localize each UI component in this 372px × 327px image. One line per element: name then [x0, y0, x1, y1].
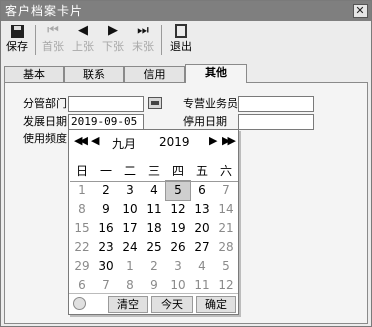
today-button[interactable]: 今天 [151, 296, 193, 313]
calendar-day[interactable]: 22 [70, 238, 94, 257]
tab-strip: 基本 联系 信用 其他 [4, 64, 370, 83]
calendar-day[interactable]: 8 [70, 200, 94, 219]
tab-basic[interactable]: 基本 [4, 66, 64, 83]
stop-date-field[interactable] [238, 114, 314, 130]
calendar-day[interactable]: 18 [142, 219, 166, 238]
calendar-footer: 清空 今天 确定 [69, 293, 238, 314]
calendar-day[interactable]: 12 [166, 200, 190, 219]
usage-frequency-label: 使用频度 [23, 132, 67, 145]
title-bar: 客户档案卡片 ✕ [1, 1, 371, 21]
calendar-day[interactable]: 21 [214, 219, 238, 238]
calendar-day[interactable]: 9 [94, 200, 118, 219]
floppy-disk-icon [10, 25, 24, 38]
calendar-day[interactable]: 5 [214, 257, 238, 276]
last-record-button[interactable]: ⏭ 末张 [129, 22, 157, 57]
weekday-label: 六 [219, 164, 232, 178]
calendar-day-selected[interactable]: 5 [165, 180, 191, 201]
calendar-day[interactable]: 11 [142, 200, 166, 219]
calendar-day[interactable]: 1 [70, 181, 94, 200]
dept-lookup-icon[interactable] [148, 97, 162, 109]
calendar-day[interactable]: 24 [118, 238, 142, 257]
calendar-day[interactable]: 26 [166, 238, 190, 257]
calendar-week-row: 15 16 17 18 19 20 21 [70, 219, 238, 238]
calendar-day[interactable]: 15 [70, 219, 94, 238]
dept-field[interactable] [68, 96, 144, 112]
close-icon[interactable]: ✕ [353, 4, 368, 18]
calendar-day[interactable]: 6 [190, 181, 214, 200]
calendar-day[interactable]: 14 [214, 200, 238, 219]
last-record-icon: ⏭ [137, 23, 149, 38]
calendar-day[interactable]: 13 [190, 200, 214, 219]
prev-year-icon[interactable]: ◀◀ [74, 134, 88, 148]
exit-icon [175, 24, 187, 38]
prev-record-button[interactable]: ◀ 上张 [69, 22, 97, 57]
calendar-divider [70, 181, 238, 182]
calendar-day[interactable]: 20 [190, 219, 214, 238]
first-record-button[interactable]: ⏮ 首张 [39, 22, 67, 57]
window-title: 客户档案卡片 [5, 4, 84, 18]
dev-date-label: 发展日期 [23, 115, 67, 128]
calendar-month[interactable]: 九月 [112, 135, 136, 152]
date-picker-popup: ◀◀ ◀ 九月 2019 ▶ ▶▶ 日 一 二 三 四 五 六 1 2 3 4 … [68, 129, 239, 315]
next-record-button[interactable]: ▶ 下张 [99, 22, 127, 57]
calendar-day[interactable]: 10 [118, 200, 142, 219]
calendar-day[interactable]: 16 [94, 219, 118, 238]
calendar-day[interactable]: 23 [94, 238, 118, 257]
weekday-label: 四 [171, 164, 184, 178]
calendar-day[interactable]: 17 [118, 219, 142, 238]
calendar-week-row: 1 2 3 4 5 6 7 [70, 180, 238, 201]
calendar-day[interactable]: 1 [118, 257, 142, 276]
calendar-day[interactable]: 2 [142, 257, 166, 276]
prev-month-icon[interactable]: ◀ [91, 134, 99, 148]
stop-date-label: 停用日期 [183, 115, 227, 128]
weekday-label: 日 [75, 164, 88, 178]
weekday-label: 五 [195, 164, 208, 178]
customer-archive-window: 客户档案卡片 ✕ 保存 ⏮ 首张 ◀ 上张 ▶ 下张 ⏭ 末张 退出 基本 联系… [0, 0, 372, 327]
weekday-label: 二 [123, 164, 136, 178]
ok-button[interactable]: 确定 [196, 296, 236, 313]
clear-button[interactable]: 清空 [108, 296, 148, 313]
calendar-day[interactable]: 25 [142, 238, 166, 257]
save-button[interactable]: 保存 [3, 22, 31, 57]
globe-icon [73, 297, 86, 310]
calendar-day[interactable]: 30 [94, 257, 118, 276]
calendar-week-row: 22 23 24 25 26 27 28 [70, 238, 238, 257]
weekday-label: 一 [99, 164, 112, 178]
calendar-day[interactable]: 3 [118, 181, 142, 200]
prev-record-icon: ◀ [78, 23, 88, 38]
toolbar-separator [35, 25, 36, 55]
calendar-day[interactable]: 27 [190, 238, 214, 257]
tab-credit[interactable]: 信用 [124, 66, 185, 83]
calendar-week-row: 8 9 10 11 12 13 14 [70, 200, 238, 219]
next-month-icon[interactable]: ▶ [209, 134, 217, 148]
tab-contact[interactable]: 联系 [64, 66, 124, 83]
exit-button[interactable]: 退出 [167, 22, 195, 57]
dept-label: 分管部门 [23, 97, 67, 110]
calendar-day[interactable]: 29 [70, 257, 94, 276]
salesman-label: 专营业务员 [183, 97, 238, 110]
calendar-day[interactable]: 19 [166, 219, 190, 238]
toolbar: 保存 ⏮ 首张 ◀ 上张 ▶ 下张 ⏭ 末张 退出 [3, 22, 203, 58]
dev-date-field[interactable]: 2019-09-05 [68, 114, 144, 130]
weekday-label: 三 [147, 164, 160, 178]
calendar-header: ◀◀ ◀ 九月 2019 ▶ ▶▶ [69, 130, 238, 154]
salesman-field[interactable] [238, 96, 314, 112]
next-record-icon: ▶ [108, 23, 118, 38]
calendar-day[interactable]: 7 [214, 181, 238, 200]
calendar-day[interactable]: 3 [166, 257, 190, 276]
calendar-day[interactable]: 28 [214, 238, 238, 257]
first-record-icon: ⏮ [47, 23, 59, 38]
calendar-year[interactable]: 2019 [159, 135, 190, 149]
calendar-day[interactable]: 2 [94, 181, 118, 200]
weekday-header-row: 日 一 二 三 四 五 六 [70, 162, 238, 181]
calendar-day[interactable]: 4 [142, 181, 166, 200]
next-year-icon[interactable]: ▶▶ [222, 134, 236, 148]
calendar-day[interactable]: 4 [190, 257, 214, 276]
tab-other[interactable]: 其他 [185, 64, 247, 83]
calendar-week-row: 29 30 1 2 3 4 5 [70, 257, 238, 276]
toolbar-separator [161, 25, 162, 55]
